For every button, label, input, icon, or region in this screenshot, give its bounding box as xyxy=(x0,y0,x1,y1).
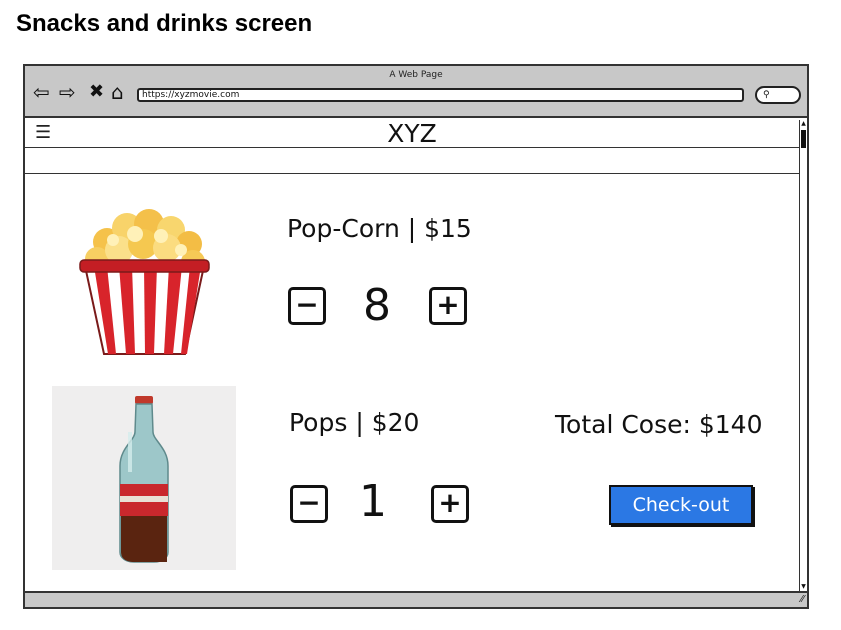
browser-window: A Web Page ⇦ ⇨ ✖ ⌂ https://xyzmovie.com … xyxy=(23,64,809,609)
scroll-down-icon[interactable]: ▼ xyxy=(800,583,807,591)
status-bar: ⁄⁄ xyxy=(25,591,807,607)
popcorn-quantity: 8 xyxy=(363,280,391,331)
page-heading: Snacks and drinks screen xyxy=(16,10,313,37)
checkout-button[interactable]: Check-out xyxy=(609,485,753,525)
pops-quantity: 1 xyxy=(359,476,387,527)
resize-grip-icon[interactable]: ⁄⁄ xyxy=(801,593,804,607)
sub-navigation-bar xyxy=(25,148,799,174)
home-icon[interactable]: ⌂ xyxy=(111,82,124,102)
pops-title: Pops | $20 xyxy=(289,408,420,437)
search-box[interactable]: ⚲ xyxy=(755,86,801,104)
app-header: ☰ XYZ xyxy=(25,120,799,148)
brand-title: XYZ xyxy=(387,119,437,148)
search-icon: ⚲ xyxy=(763,90,770,100)
popcorn-title: Pop-Corn | $15 xyxy=(287,214,472,243)
close-icon[interactable]: ✖ xyxy=(89,82,104,102)
popcorn-increase-button[interactable]: + xyxy=(429,287,467,325)
forward-icon[interactable]: ⇨ xyxy=(59,82,76,102)
popcorn-decrease-button[interactable]: − xyxy=(288,287,326,325)
window-title: A Web Page xyxy=(389,70,443,80)
back-icon[interactable]: ⇦ xyxy=(33,82,50,102)
browser-chrome: A Web Page ⇦ ⇨ ✖ ⌂ https://xyzmovie.com … xyxy=(25,66,807,118)
scroll-thumb[interactable] xyxy=(801,130,806,148)
popcorn-bucket-image xyxy=(79,209,210,355)
pops-increase-button[interactable]: + xyxy=(431,485,469,523)
vertical-scrollbar[interactable]: ▲ ▼ xyxy=(799,120,807,591)
soda-image-frame xyxy=(52,386,236,570)
url-bar[interactable]: https://xyzmovie.com xyxy=(137,88,744,102)
soda-bottle-image xyxy=(119,396,169,563)
pops-decrease-button[interactable]: − xyxy=(290,485,328,523)
scroll-up-icon[interactable]: ▲ xyxy=(800,120,807,128)
total-cost-label: Total Cose: $140 xyxy=(555,410,763,439)
